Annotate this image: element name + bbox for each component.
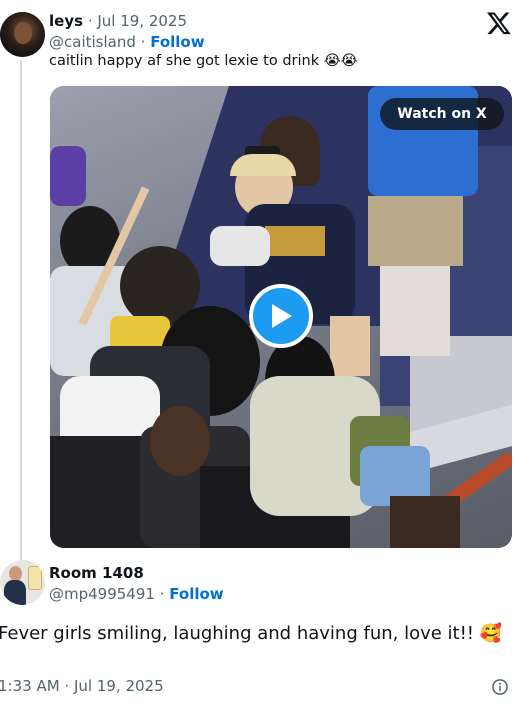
tweet-author-line: leys · Jul 19, 2025 [49, 12, 188, 30]
tweet-date[interactable]: Jul 19, 2025 [97, 12, 187, 30]
author-handle[interactable]: @caitisland [49, 33, 136, 51]
play-button[interactable] [249, 284, 313, 348]
play-icon [272, 304, 292, 328]
follow-button[interactable]: Follow [150, 33, 204, 51]
info-icon[interactable] [491, 678, 509, 696]
follow-button[interactable]: Follow [169, 585, 223, 603]
reply-handle-line: @mp4995491 · Follow [49, 585, 224, 603]
reply-text: Fever girls smiling, laughing and having… [0, 623, 503, 644]
timestamp[interactable]: 1:33 AM · Jul 19, 2025 [0, 677, 164, 695]
thread-connector [20, 60, 22, 560]
tweet-text: caitlin happy af she got lexie to drink … [49, 53, 358, 69]
author-name[interactable]: leys [49, 12, 83, 30]
avatar[interactable] [0, 12, 45, 57]
avatar[interactable] [0, 560, 45, 605]
watch-on-x-button[interactable]: Watch on X [380, 98, 504, 130]
author-handle[interactable]: @mp4995491 [49, 585, 155, 603]
tweet-handle-line: @caitisland · Follow [49, 33, 205, 51]
author-name[interactable]: Room 1408 [49, 564, 144, 582]
x-logo-icon[interactable] [486, 10, 512, 36]
reply-author-line: Room 1408 [49, 564, 144, 582]
